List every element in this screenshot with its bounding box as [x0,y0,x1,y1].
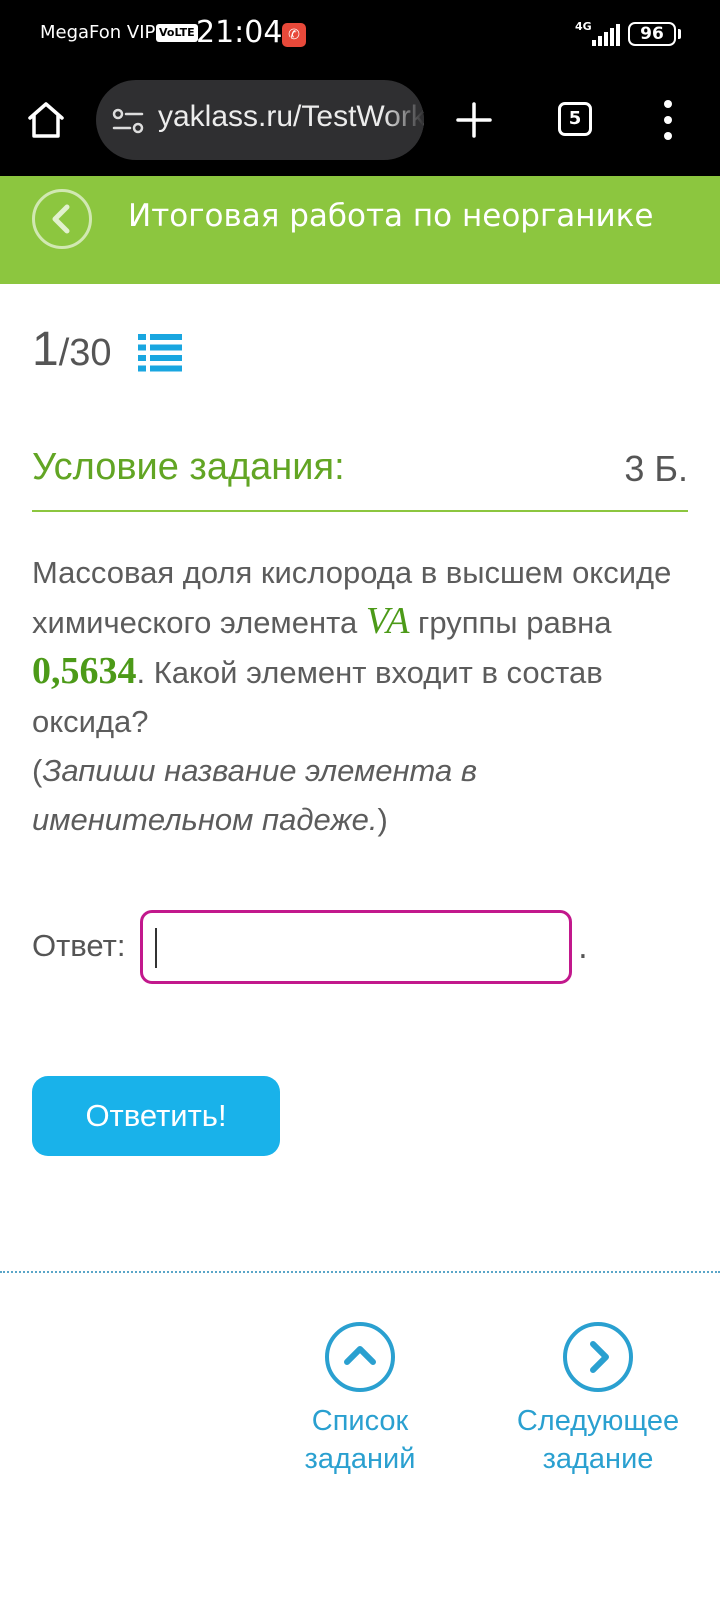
task-points: 3 Б. [624,448,688,489]
next-task-label: Следующее задание [498,1402,698,1478]
task-condition-title: Условие задания: [32,446,345,488]
missed-call-icon: ✆ [282,23,306,47]
task-list-link[interactable]: Список заданий [280,1322,440,1478]
next-task-label-line2: задание [542,1443,654,1475]
group-formula: VA [365,600,410,642]
task-list-label-line1: Список [311,1405,409,1437]
next-task-label-line1: Следующее [516,1405,680,1437]
page-header: Итоговая работа по неорганике [0,176,720,284]
home-icon [28,102,64,138]
total-tasks: /30 [58,332,112,374]
mass-fraction-value: 0,5634 [32,650,137,692]
page-title: Итоговая работа по неорганике [128,198,654,234]
note-open: ( [32,753,43,788]
tab-switcher-button[interactable]: 5 [558,102,592,136]
title-divider [32,510,688,512]
chevron-up-icon [325,1322,395,1392]
address-bar[interactable]: yaklass.ru/TestWork [96,80,424,160]
battery-tip [678,29,681,39]
current-task-number: 1 [32,323,59,376]
text-caret [155,928,157,968]
chevron-right-icon [563,1322,633,1392]
task-list-label-line2: заданий [304,1443,416,1475]
task-list-icon[interactable] [138,334,182,372]
new-tab-button[interactable] [452,98,496,142]
note-close: ) [377,802,388,837]
back-button[interactable] [32,189,92,249]
battery-icon: 96 [628,22,676,46]
footer-divider [0,1271,720,1273]
browser-menu-button[interactable] [658,100,678,140]
answer-suffix: . [578,930,588,966]
submit-answer-button[interactable]: Ответить! [32,1076,280,1156]
task-text: Массовая доля кислорода в высшем оксиде … [32,548,692,844]
tab-count: 5 [568,108,582,129]
volte-badge: VoLTE [156,24,198,42]
chevron-left-icon [52,204,70,234]
plus-icon [456,102,492,138]
carrier-name: MegaFon VIP [40,22,156,43]
battery-level: 96 [640,24,664,44]
task-list-label: Список заданий [280,1402,440,1478]
clock: 21:04 [196,15,283,50]
task-text-part2: группы равна [409,605,612,640]
status-bar: MegaFon VIP VoLTE 21:04 ✆ 4G 96 [0,0,720,70]
signal-icon [590,24,620,46]
answer-label: Ответ: [32,928,126,963]
answer-input[interactable] [140,910,572,984]
url-fade [384,80,424,160]
browser-toolbar: yaklass.ru/TestWork 5 [0,70,720,176]
next-task-link[interactable]: Следующее задание [498,1322,698,1478]
home-button[interactable] [24,98,68,142]
task-note: Запиши название элемента в именительном … [32,753,478,837]
site-settings-icon[interactable] [112,106,144,136]
task-progress: 1/30 [32,322,112,377]
